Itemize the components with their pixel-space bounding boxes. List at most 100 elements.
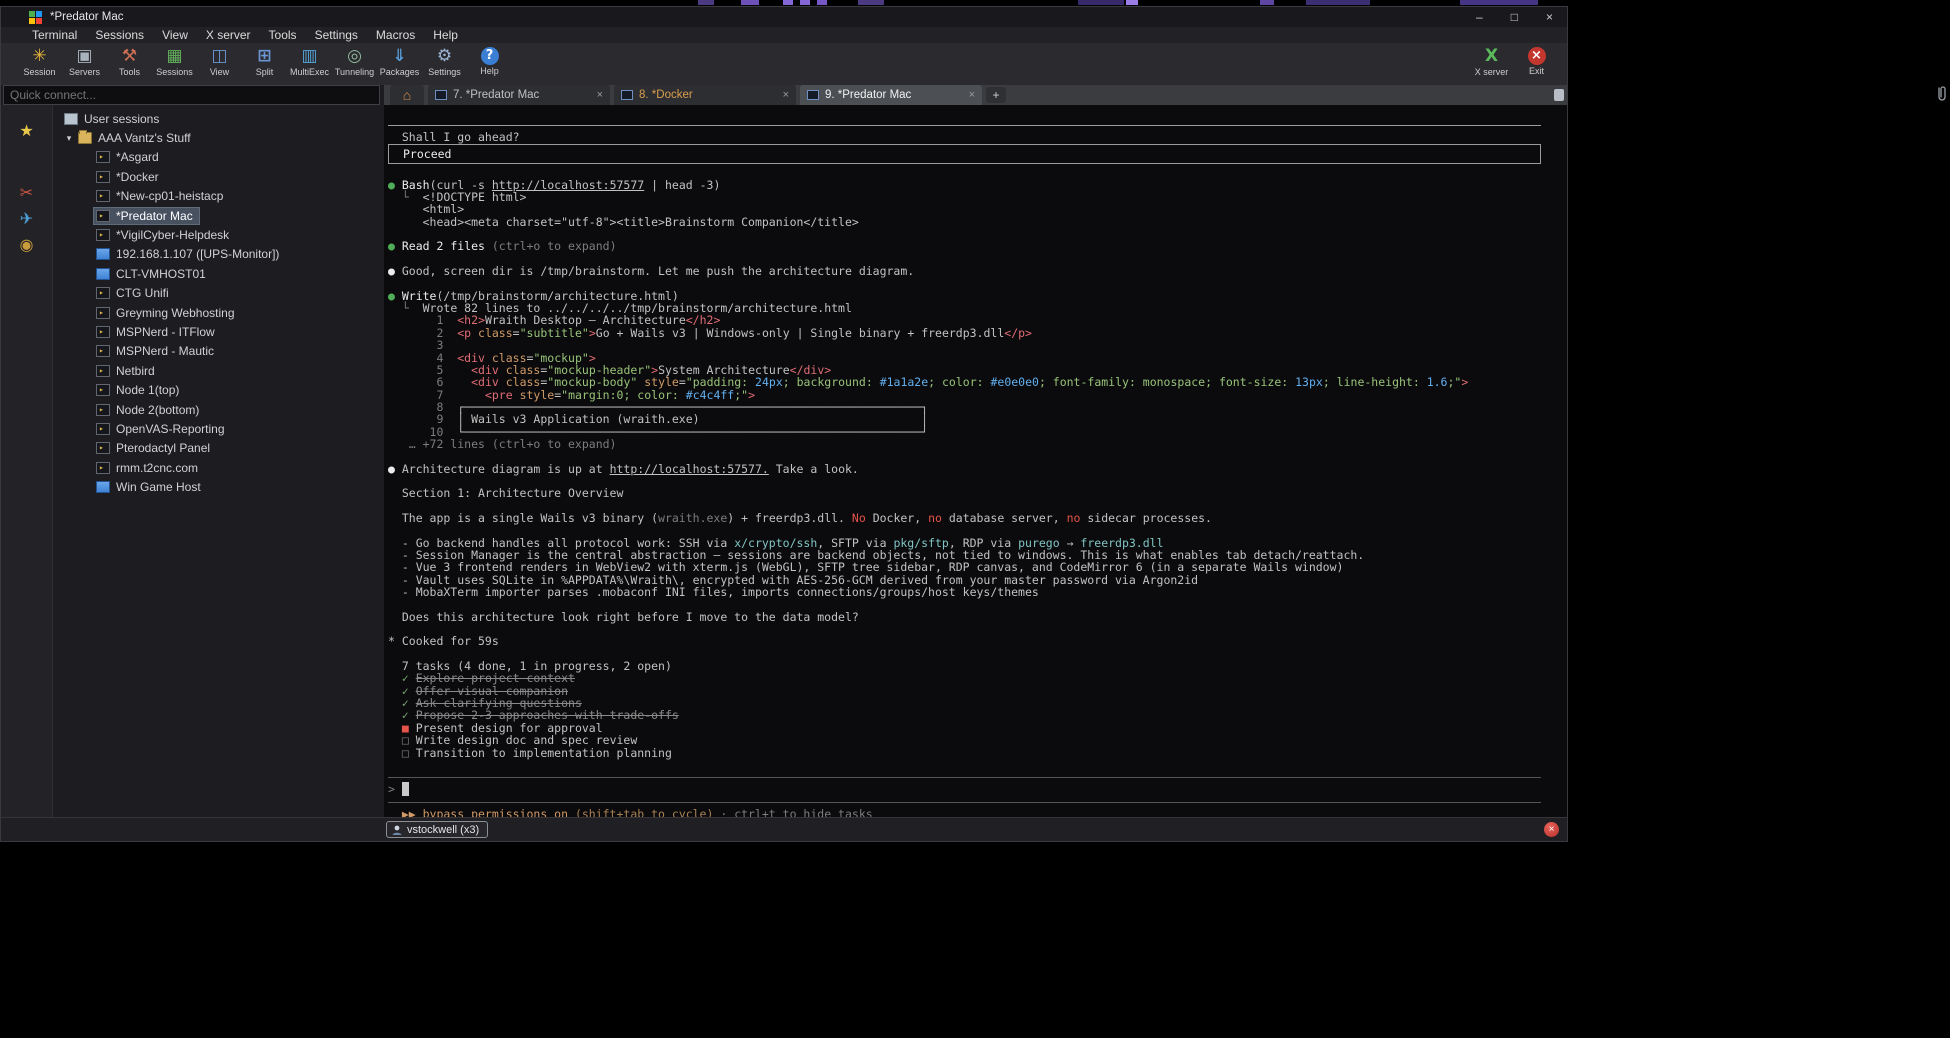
toolbar-multiexec-button[interactable]: ▥MultiExec [287, 46, 332, 77]
window-title: *Predator Mac [50, 11, 124, 23]
minimize-button[interactable]: – [1476, 10, 1483, 24]
menu-terminal[interactable]: Terminal [23, 28, 86, 42]
session-item[interactable]: ▸CTG Unifi [53, 284, 384, 303]
session-item-inner: CLT-VMHOST01 [93, 265, 213, 283]
coin-icon[interactable]: ◉ [20, 235, 34, 254]
tools-icon: ⚒ [107, 46, 152, 66]
tab-label: 8. *Docker [639, 89, 777, 101]
toolbar-session-button[interactable]: ✳Session [17, 46, 62, 77]
toolbar-tools-button[interactable]: ⚒Tools [107, 46, 152, 77]
session-label: Pterodactyl Panel [116, 441, 210, 455]
menu-x-server[interactable]: X server [197, 28, 260, 42]
toolbar-xserver-button[interactable]: XX server [1469, 46, 1514, 77]
session-item[interactable]: ▸*Docker [53, 167, 384, 186]
terminal-divider [388, 796, 1541, 808]
session-item-inner: ▸OpenVAS-Reporting [93, 420, 232, 438]
maximize-button[interactable]: □ [1511, 10, 1518, 24]
ssh-terminal-icon: ▸ [96, 210, 110, 222]
session-label: Netbird [116, 364, 155, 378]
tab-bar: ⌂7. *Predator Mac×8. *Docker×9. *Predato… [384, 85, 1567, 105]
tree-folder-inner: AAA Vantz's Stuff [75, 129, 198, 147]
tree-root-label: User sessions [84, 112, 159, 126]
close-button[interactable]: × [1546, 10, 1553, 24]
toolbar-label: Exit [1514, 66, 1559, 76]
session-item[interactable]: ▸OpenVAS-Reporting [53, 419, 384, 438]
toolbar-split-button[interactable]: ⊞Split [242, 46, 287, 77]
session-item[interactable]: ▸Pterodactyl Panel [53, 439, 384, 458]
terminal-scrollbar-thumb[interactable] [1554, 89, 1564, 101]
session-item[interactable]: ▸*Asgard [53, 148, 384, 167]
toolbar-label: Sessions [152, 67, 197, 77]
user-session-button[interactable]: vstockwell (x3) [386, 821, 488, 838]
chevron-down-icon: ▾ [63, 133, 75, 144]
toolbar-packages-button[interactable]: ⇓Packages [377, 46, 422, 77]
session-item[interactable]: ▸Greyming Webhosting [53, 303, 384, 322]
paperclip-icon[interactable] [1934, 84, 1948, 107]
menu-sessions[interactable]: Sessions [86, 28, 153, 42]
tab-8-docker[interactable]: 8. *Docker × [614, 85, 796, 105]
toolbar-settings-button[interactable]: ⚙Settings [422, 46, 467, 77]
session-item[interactable]: ▸*VigilCyber-Helpdesk [53, 225, 384, 244]
plane-icon[interactable]: ✈ [20, 209, 33, 228]
tab-7-predator-mac[interactable]: 7. *Predator Mac× [428, 85, 610, 105]
menu-macros[interactable]: Macros [367, 28, 424, 42]
session-item[interactable]: Win Game Host [53, 477, 384, 496]
toolbar-left: ✳Session▣Servers⚒Tools▦Sessions◫View⊞Spl… [17, 46, 512, 77]
menu-help[interactable]: Help [424, 28, 467, 42]
session-item[interactable]: ▸Node 2(bottom) [53, 400, 384, 419]
session-icon: ✳ [17, 46, 62, 66]
session-item[interactable]: ▸ *Predator Mac [53, 206, 384, 225]
quick-connect-input[interactable] [3, 85, 380, 105]
terminal-line: Section 1: Architecture Overview [388, 487, 1541, 499]
session-item[interactable]: ▸*New-cp01-heistacp [53, 187, 384, 206]
tab-9-predator-mac[interactable]: 9. *Predator Mac × [800, 85, 982, 105]
session-item-inner: ▸MSPNerd - ITFlow [93, 323, 222, 341]
toolbar-label: MultiExec [287, 67, 332, 77]
toolbar-help-button[interactable]: ?Help [467, 46, 512, 77]
session-item[interactable]: ▸Netbird [53, 361, 384, 380]
terminal-line: <head><meta charset="utf-8"><title>Brain… [388, 216, 1541, 228]
session-label: rmm.t2cnc.com [116, 461, 198, 475]
toolbar-tunneling-button[interactable]: ◎Tunneling [332, 46, 377, 77]
session-item[interactable]: CLT-VMHOST01 [53, 264, 384, 283]
terminal-line [388, 623, 1541, 635]
help-icon: ? [481, 47, 499, 65]
session-label: Greyming Webhosting [116, 306, 235, 320]
session-label: *New-cp01-heistacp [116, 189, 223, 203]
statusbar-close-icon[interactable]: × [1544, 822, 1559, 837]
rdp-session-icon [96, 248, 110, 260]
terminal-output[interactable]: Shall I go ahead?Proceed ● Bash(curl -s … [384, 105, 1567, 817]
new-tab-button[interactable]: + [986, 87, 1006, 103]
session-label: CTG Unifi [116, 286, 169, 300]
scissors-icon[interactable]: ✂ [20, 183, 33, 202]
menu-tools[interactable]: Tools [260, 28, 306, 42]
home-tab[interactable]: ⌂ [390, 85, 424, 105]
tab-label: 9. *Predator Mac [825, 89, 963, 101]
terminal-option-box[interactable]: Proceed [388, 144, 1541, 164]
session-item[interactable]: ▸MSPNerd - Mautic [53, 342, 384, 361]
toolbar-view-button[interactable]: ◫View [197, 46, 242, 77]
toolbar-sessions-button[interactable]: ▦Sessions [152, 46, 197, 77]
session-item-inner: ▸ *Predator Mac [93, 207, 200, 225]
session-label: Node 2(bottom) [116, 403, 199, 417]
session-item[interactable]: 192.168.1.107 ([UPS-Monitor]) [53, 245, 384, 264]
session-label: *Predator Mac [116, 209, 193, 223]
background-accent-segment [1460, 0, 1538, 5]
star-icon[interactable]: ★ [19, 121, 33, 140]
toolbar-label: Session [17, 67, 62, 77]
tab-close-icon[interactable]: × [597, 89, 603, 101]
tab-close-icon[interactable]: × [783, 89, 789, 101]
menu-settings[interactable]: Settings [306, 28, 367, 42]
tab-close-icon[interactable]: × [969, 89, 975, 101]
toolbar-servers-button[interactable]: ▣Servers [62, 46, 107, 77]
toolbar-label: Servers [62, 67, 107, 77]
toolbar-exit-button[interactable]: ×Exit [1514, 46, 1559, 77]
background-accent-segment [800, 0, 810, 5]
menu-view[interactable]: View [153, 28, 197, 42]
tree-folder-aaa-vantz-s-stuff[interactable]: ▾AAA Vantz's Stuff [53, 128, 384, 147]
session-item[interactable]: ▸MSPNerd - ITFlow [53, 322, 384, 341]
terminal-line: > [388, 783, 1541, 795]
session-item[interactable]: ▸Node 1(top) [53, 380, 384, 399]
tree-root-user-sessions[interactable]: User sessions [53, 109, 384, 128]
session-item[interactable]: ▸rmm.t2cnc.com [53, 458, 384, 477]
